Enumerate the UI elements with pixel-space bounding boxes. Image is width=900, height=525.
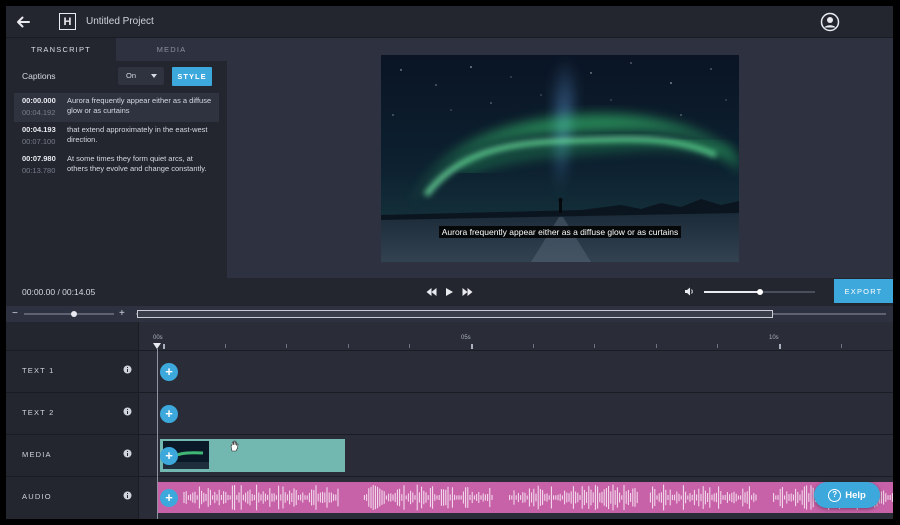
ruler-label: 00s bbox=[153, 335, 163, 341]
ruler-tick bbox=[840, 344, 842, 348]
captions-label: Captions bbox=[22, 71, 56, 81]
hand-cursor-icon bbox=[230, 440, 239, 452]
info-icon[interactable] bbox=[123, 491, 132, 500]
info-icon[interactable] bbox=[123, 407, 132, 416]
caption-overlay: Aurora frequently appear either as a dif… bbox=[381, 226, 739, 238]
track-text-1: TEXT 1 + bbox=[6, 350, 893, 392]
user-avatar-icon[interactable] bbox=[820, 12, 840, 32]
project-title[interactable]: Untitled Project bbox=[86, 16, 154, 27]
transcript-start-time: 00:07.980 bbox=[22, 154, 56, 163]
tab-transcript[interactable]: TRANSCRIPT bbox=[6, 38, 116, 61]
rewind-icon[interactable] bbox=[426, 287, 437, 297]
ruler-tick bbox=[532, 344, 534, 348]
track-label: AUDIO bbox=[22, 492, 52, 501]
transcript-item[interactable]: 00:04.193 00:07.100 that extend approxim… bbox=[14, 122, 219, 151]
ruler-tick bbox=[347, 344, 349, 348]
volume-slider[interactable] bbox=[704, 289, 815, 295]
info-icon[interactable] bbox=[123, 365, 132, 374]
fast-forward-icon[interactable] bbox=[462, 287, 473, 297]
audio-clip[interactable] bbox=[158, 482, 893, 513]
preview-area: Aurora frequently appear either as a dif… bbox=[227, 38, 893, 278]
play-icon[interactable] bbox=[444, 287, 455, 297]
ruler-tick bbox=[224, 344, 226, 348]
volume-knob[interactable] bbox=[756, 289, 763, 295]
help-button[interactable]: ? Help bbox=[814, 482, 880, 508]
track-text-2: TEXT 2 + bbox=[6, 392, 893, 434]
ruler-tick bbox=[286, 344, 288, 348]
add-audio-button[interactable]: + bbox=[160, 489, 178, 507]
zoom-in-button[interactable]: + bbox=[119, 308, 125, 319]
ruler-label: 05s bbox=[461, 335, 471, 341]
top-bar: H Untitled Project bbox=[6, 6, 893, 38]
transcript-end-time: 00:07.100 bbox=[22, 137, 56, 146]
ruler-tick bbox=[779, 344, 781, 349]
track-lane[interactable]: + bbox=[139, 435, 893, 476]
transport-bar: 00:00.00 / 00:14.05 EXPORT bbox=[6, 278, 893, 306]
ruler-tick bbox=[594, 344, 596, 348]
volume-fill bbox=[704, 291, 760, 293]
track-lane[interactable]: + bbox=[139, 393, 893, 434]
ruler-tick bbox=[163, 344, 165, 349]
help-label: Help bbox=[845, 489, 866, 501]
add-text-button[interactable]: + bbox=[160, 405, 178, 423]
video-preview[interactable]: Aurora frequently appear either as a dif… bbox=[381, 55, 739, 262]
panel-tabs: TRANSCRIPT MEDIA bbox=[6, 38, 227, 61]
left-panel: TRANSCRIPT MEDIA Captions On STYLE 00:00… bbox=[6, 38, 227, 278]
ruler-tick bbox=[655, 344, 657, 348]
transcript-start-time: 00:04.193 bbox=[22, 125, 56, 134]
captions-select-value: On bbox=[126, 71, 137, 80]
timeline-scroll-thumb[interactable] bbox=[137, 310, 773, 318]
track-label: TEXT 1 bbox=[22, 366, 55, 375]
track-label: TEXT 2 bbox=[22, 408, 55, 417]
audio-waveform bbox=[183, 484, 893, 511]
transcript-item[interactable]: 00:00.000 00:04.192 Aurora frequently ap… bbox=[14, 93, 219, 122]
transcript-end-time: 00:13.780 bbox=[22, 166, 56, 175]
transcript-list: 00:00.000 00:04.192 Aurora frequently ap… bbox=[14, 93, 219, 187]
transcript-text: Aurora frequently appear either as a dif… bbox=[67, 96, 212, 115]
timeline: 00s 05s 10s TEXT 1 + TEXT 2 + MEDIA + AU… bbox=[6, 322, 893, 519]
add-media-button[interactable]: + bbox=[160, 447, 178, 465]
track-label: MEDIA bbox=[22, 450, 52, 459]
track-lane[interactable]: + bbox=[139, 351, 893, 392]
app-window: H Untitled Project TRANSCRIPT MEDIA Capt… bbox=[6, 6, 893, 519]
help-icon: ? bbox=[828, 488, 842, 502]
transcript-start-time: 00:00.000 bbox=[22, 96, 56, 105]
zoom-out-button[interactable]: − bbox=[12, 308, 18, 319]
timecode: 00:00.00 / 00:14.05 bbox=[22, 287, 96, 297]
volume-icon[interactable] bbox=[684, 286, 695, 297]
back-arrow-icon[interactable] bbox=[14, 13, 32, 31]
ruler-tick bbox=[717, 344, 719, 348]
zoom-bar: − + bbox=[6, 306, 893, 322]
media-clip[interactable] bbox=[160, 439, 345, 472]
playhead-line bbox=[157, 349, 158, 519]
caret-down-icon bbox=[151, 74, 157, 78]
transcript-text: that extend approximately in the east-we… bbox=[67, 125, 208, 144]
tab-media[interactable]: MEDIA bbox=[116, 38, 227, 61]
zoom-knob[interactable] bbox=[70, 311, 77, 317]
transcript-item[interactable]: 00:07.980 00:13.780 At some times they f… bbox=[14, 151, 219, 187]
transcript-text: At some times they form quiet arcs, at o… bbox=[67, 154, 207, 173]
ruler-tick bbox=[409, 344, 411, 348]
caption-text: Aurora frequently appear either as a dif… bbox=[438, 226, 682, 238]
track-media: MEDIA + bbox=[6, 434, 893, 476]
track-audio: AUDIO + bbox=[6, 476, 893, 519]
transcript-end-time: 00:04.192 bbox=[22, 108, 56, 117]
add-text-button[interactable]: + bbox=[160, 363, 178, 381]
zoom-slider[interactable] bbox=[24, 311, 114, 317]
info-icon[interactable] bbox=[123, 449, 132, 458]
export-button[interactable]: EXPORT bbox=[834, 279, 893, 303]
captions-select[interactable]: On bbox=[118, 67, 164, 85]
ruler-label: 10s bbox=[769, 335, 779, 341]
time-ruler[interactable]: 00s 05s 10s bbox=[139, 322, 893, 350]
ruler-tick bbox=[471, 344, 473, 349]
track-lane[interactable]: + bbox=[139, 477, 893, 519]
captions-row: Captions On STYLE bbox=[6, 61, 227, 93]
logo-icon: H bbox=[59, 13, 76, 30]
style-button[interactable]: STYLE bbox=[172, 67, 212, 86]
